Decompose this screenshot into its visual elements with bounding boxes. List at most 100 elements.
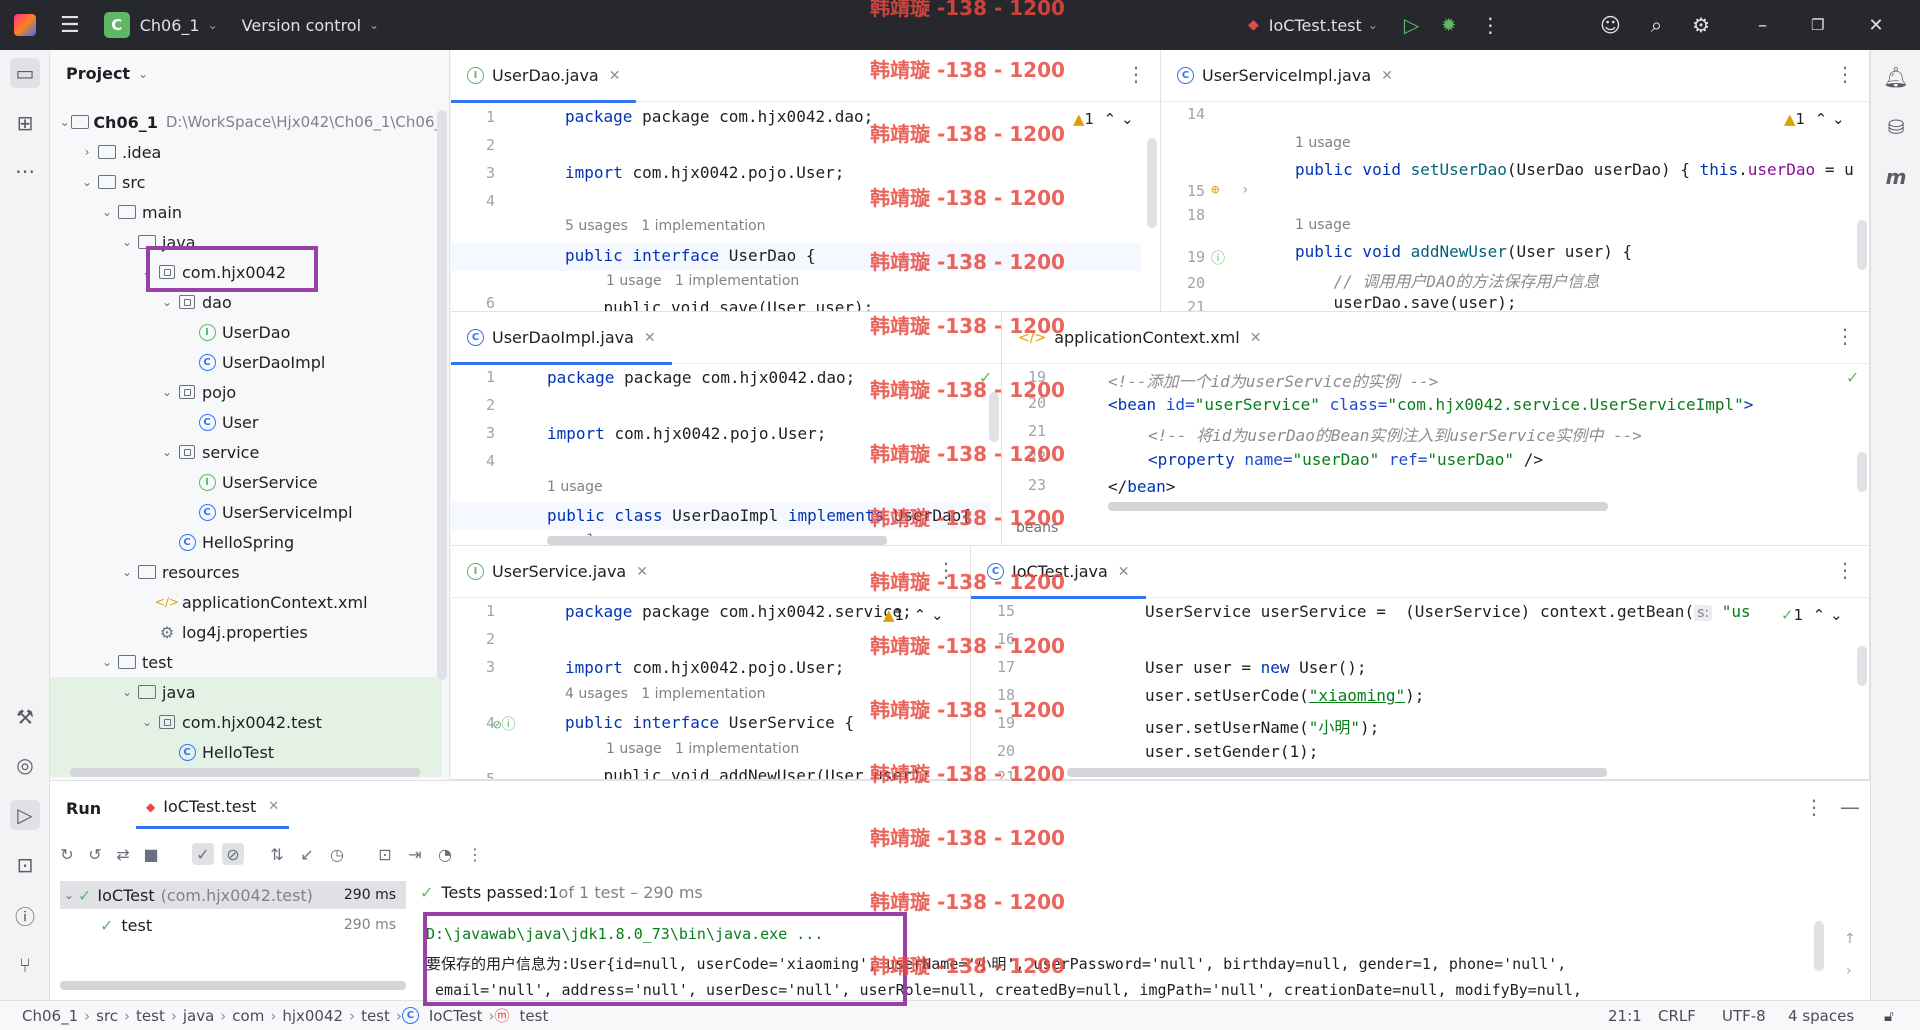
breadcrumb-item[interactable]: hjx0042	[282, 1007, 343, 1025]
screenshot-icon[interactable]: ⊡	[374, 843, 396, 865]
run-tool-icon[interactable]: ▷	[10, 800, 40, 830]
chevron-down-icon[interactable]: ⌄	[138, 715, 156, 729]
editor-scrollbar[interactable]	[989, 392, 999, 442]
main-menu-icon[interactable]: ☰	[60, 13, 80, 38]
ok-indicator[interactable]: ✓1 ⌃ ⌄	[1781, 606, 1843, 624]
tree-item[interactable]: C User	[50, 407, 442, 437]
test-tree-child[interactable]: ✓ test 290 ms	[60, 911, 406, 939]
editor-userdao[interactable]: I UserDao.java ✕ ⋮ 1 2 3 4 5 6 ⊘ⓘ packag…	[451, 50, 1161, 312]
stop-icon[interactable]: ■	[140, 843, 162, 865]
codevision-hint[interactable]: 5 usages 1 implementation	[565, 218, 766, 234]
show-ignored-icon[interactable]: ⊘	[222, 843, 244, 865]
notifications-icon[interactable]: 🔔︎	[1881, 62, 1911, 92]
console-scrollbar[interactable]	[1814, 921, 1824, 971]
line-ending[interactable]: CRLF	[1658, 1007, 1696, 1025]
breadcrumb-item[interactable]: java	[183, 1007, 214, 1025]
spring-bean-icon[interactable]: ⊕	[1211, 182, 1219, 198]
history-icon[interactable]: ◷	[326, 843, 348, 865]
tree-item[interactable]: ⌄ java	[50, 677, 442, 707]
codevision-hint[interactable]: 4 usages 1 implementation	[565, 686, 766, 702]
maven-icon[interactable]: m	[1881, 162, 1911, 192]
run-options-icon[interactable]: ⋮	[1804, 795, 1824, 819]
services-tool-icon[interactable]: ◎	[10, 750, 40, 780]
project-hscrollbar[interactable]	[70, 768, 420, 777]
editor-options-icon[interactable]: ⋮	[1835, 326, 1855, 346]
implemented-icon[interactable]: ⊘ⓘ	[493, 714, 515, 734]
structure-tool-icon[interactable]: ⊞	[10, 108, 40, 138]
tab-userdao[interactable]: I UserDao.java ✕	[451, 50, 637, 103]
project-panel-header[interactable]: Project ⌄	[66, 64, 148, 83]
lock-icon[interactable]: 🔓︎	[1884, 1007, 1894, 1025]
test-tree-root[interactable]: ⌄ ✓ IoCTest (com.hjx0042.test) 290 ms	[60, 881, 406, 909]
codevision-hint[interactable]: 1 usage 1 implementation	[606, 741, 799, 757]
tree-item[interactable]: ⚙ log4j.properties	[50, 617, 442, 647]
chevron-down-icon[interactable]: ⌄	[208, 18, 218, 32]
tree-item[interactable]: ⌄ src	[50, 167, 442, 197]
close-tab-icon[interactable]: ✕	[1250, 330, 1262, 346]
editor-userdaoimpl[interactable]: C UserDaoImpl.java ✕ 1 2 3 4 5 ⊘ package…	[451, 312, 1002, 546]
chevron-down-icon[interactable]: ⌄	[60, 888, 78, 902]
chevron-down-icon[interactable]: ⌄	[98, 655, 116, 669]
tab-ioctest[interactable]: C IoCTest.java ✕	[971, 546, 1146, 599]
vcs-switcher[interactable]: Version control	[242, 16, 361, 35]
breadcrumb-item[interactable]: test	[520, 1007, 549, 1025]
settings-icon[interactable]: ⚙	[1692, 13, 1710, 37]
chevron-right-icon[interactable]: ›	[78, 145, 96, 159]
git-tool-icon[interactable]: ⑂	[10, 950, 40, 980]
scroll-up-icon[interactable]: ↑	[1844, 931, 1856, 947]
run-icon[interactable]: ▷	[1404, 13, 1419, 37]
indent-setting[interactable]: 4 spaces	[1788, 1007, 1854, 1025]
close-tab-icon[interactable]: ✕	[268, 799, 279, 814]
debug-icon[interactable]: ✹	[1441, 15, 1456, 36]
codevision-hint[interactable]: 1 usage	[1295, 135, 1351, 151]
xml-breadcrumb[interactable]: beans	[1016, 520, 1058, 536]
editor-hscrollbar[interactable]	[1108, 502, 1608, 511]
codevision-hint[interactable]: 1 usage 1 implementation	[606, 273, 799, 289]
editor-applicationcontext[interactable]: </> applicationContext.xml ✕ ⋮ 19 20 21 …	[1002, 312, 1870, 546]
tree-item[interactable]: ⌄ test	[50, 647, 442, 677]
close-tab-icon[interactable]: ✕	[609, 68, 621, 84]
test-tree-hscrollbar[interactable]	[60, 981, 406, 990]
editor-hscrollbar[interactable]	[1067, 768, 1607, 777]
code-with-me-icon[interactable]: ☺	[1600, 13, 1621, 37]
breadcrumb-item[interactable]: src	[96, 1007, 118, 1025]
warning-indicator[interactable]: ▲1 ⌃ ⌄	[1073, 110, 1134, 128]
codevision-hint[interactable]: 1 usage	[547, 479, 603, 495]
chevron-down-icon[interactable]: ⌄	[158, 295, 176, 309]
close-tab-icon[interactable]: ✕	[644, 330, 656, 346]
app-logo-icon[interactable]	[14, 14, 36, 36]
build-tool-icon[interactable]: ⚒	[10, 702, 40, 732]
chevron-down-icon[interactable]: ⌄	[158, 385, 176, 399]
editor-scrollbar[interactable]	[1857, 646, 1867, 686]
hide-panel-icon[interactable]: —	[1840, 795, 1860, 819]
breadcrumb-item[interactable]: IoCTest	[429, 1007, 483, 1025]
file-encoding[interactable]: UTF-8	[1722, 1007, 1766, 1025]
tree-item[interactable]: ⌄ Ch06_1 D:\WorkSpace\Hjx042\Ch06_1\Ch06_	[50, 107, 442, 137]
close-tab-icon[interactable]: ✕	[1381, 68, 1393, 84]
tab-applicationcontext[interactable]: </> applicationContext.xml ✕	[1002, 312, 1277, 364]
project-scrollbar[interactable]	[437, 110, 447, 680]
editor-options-icon[interactable]: ⋮	[1835, 560, 1855, 580]
restore-icon[interactable]: ❐	[1811, 16, 1824, 34]
coverage-icon[interactable]: ◔	[434, 843, 456, 865]
warning-indicator[interactable]: ▲1 ⌃ ⌄	[883, 606, 944, 624]
implements-icon[interactable]: ⓘ	[1211, 248, 1225, 268]
editor-scrollbar[interactable]	[1857, 220, 1867, 270]
tree-item[interactable]: C UserDaoImpl	[50, 347, 442, 377]
breadcrumb-item[interactable]: com	[232, 1007, 264, 1025]
database-icon[interactable]: ⛁	[1881, 112, 1911, 142]
editor-hscrollbar[interactable]	[547, 536, 887, 545]
breadcrumb-item[interactable]: test	[136, 1007, 165, 1025]
more-actions-icon[interactable]: ⋮	[1480, 13, 1500, 37]
breadcrumb-item[interactable]: test	[361, 1007, 390, 1025]
more-icon[interactable]: ⋮	[464, 843, 486, 865]
close-tab-icon[interactable]: ✕	[1118, 564, 1130, 580]
chevron-down-icon[interactable]: ⌄	[118, 685, 136, 699]
run-tab[interactable]: Run	[66, 799, 101, 818]
rerun-failed-icon[interactable]: ↺	[84, 843, 106, 865]
tree-item[interactable]: C HelloSpring	[50, 527, 442, 557]
tree-item[interactable]: C UserServiceImpl	[50, 497, 442, 527]
tree-item[interactable]: › .idea	[50, 137, 442, 167]
editor-userservice[interactable]: I UserService.java ✕ ⋮ 1 2 3 4 5 ⊘ⓘ pack…	[451, 546, 971, 780]
tab-userserviceimpl[interactable]: C UserServiceImpl.java ✕	[1161, 50, 1409, 102]
